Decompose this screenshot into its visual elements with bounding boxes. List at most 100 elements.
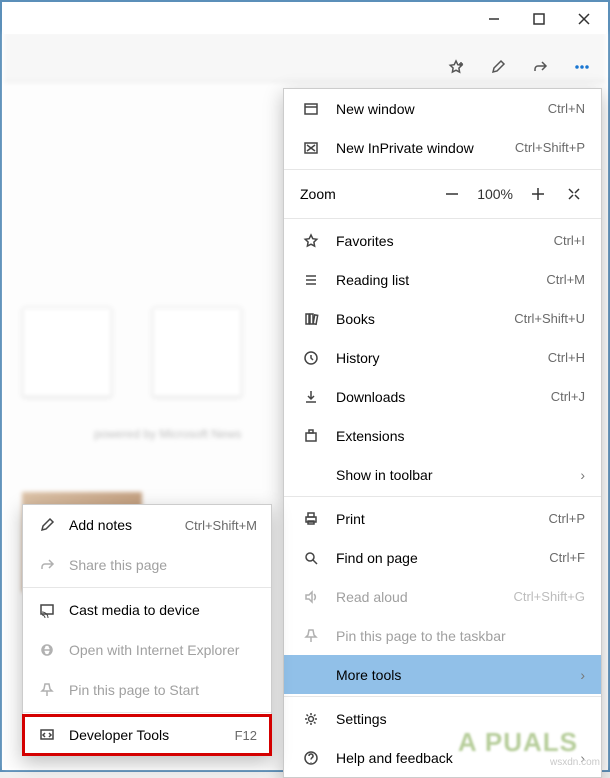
- pin-icon: [300, 628, 322, 644]
- minimize-icon: [486, 11, 502, 27]
- menu-label: Downloads: [336, 389, 551, 405]
- menu-label: More tools: [336, 667, 572, 683]
- menu-separator: [284, 696, 601, 697]
- browser-window: powered by Microsoft News N: [0, 0, 610, 772]
- menu-print[interactable]: Print Ctrl+P: [284, 499, 601, 538]
- read-aloud-icon: [300, 589, 322, 605]
- more-tools-submenu: Add notes Ctrl+Shift+M Share this page C…: [22, 504, 272, 756]
- find-icon: [300, 550, 322, 566]
- favorites-hub-button[interactable]: [436, 47, 476, 87]
- submenu-pin-start: Pin this page to Start: [23, 670, 271, 710]
- menu-new-window[interactable]: New window Ctrl+N: [284, 89, 601, 128]
- menu-find[interactable]: Find on page Ctrl+F: [284, 538, 601, 577]
- devtools-icon: [37, 727, 57, 743]
- zoom-in-button[interactable]: [527, 186, 549, 202]
- menu-separator: [284, 218, 601, 219]
- fullscreen-button[interactable]: [563, 186, 585, 202]
- menu-label: Developer Tools: [69, 727, 235, 743]
- history-icon: [300, 350, 322, 366]
- menu-shortcut: Ctrl+Shift+U: [514, 311, 585, 326]
- menu-label: Print: [336, 511, 549, 527]
- menu-label: Pin this page to the taskbar: [336, 628, 585, 644]
- print-icon: [300, 511, 322, 527]
- maximize-icon: [531, 11, 547, 27]
- menu-shortcut: Ctrl+Shift+P: [515, 140, 585, 155]
- menu-shortcut: Ctrl+I: [554, 233, 585, 248]
- menu-shortcut: Ctrl+J: [551, 389, 585, 404]
- submenu-open-ie: Open with Internet Explorer: [23, 630, 271, 670]
- menu-separator: [284, 169, 601, 170]
- submenu-share: Share this page: [23, 545, 271, 585]
- title-bar: [4, 4, 606, 34]
- close-icon: [576, 11, 592, 27]
- menu-extensions[interactable]: Extensions: [284, 416, 601, 455]
- notes-button[interactable]: [478, 47, 518, 87]
- download-icon: [300, 389, 322, 405]
- share-button[interactable]: [520, 47, 560, 87]
- window-icon: [300, 101, 322, 117]
- submenu-add-notes[interactable]: Add notes Ctrl+Shift+M: [23, 505, 271, 545]
- watermark: A PUALS: [458, 727, 578, 758]
- menu-label: Cast media to device: [69, 602, 257, 618]
- star-icon: [300, 233, 322, 249]
- more-button[interactable]: [562, 47, 602, 87]
- minimize-button[interactable]: [471, 4, 516, 34]
- menu-shortcut: Ctrl+F: [549, 550, 585, 565]
- submenu-cast[interactable]: Cast media to device: [23, 590, 271, 630]
- close-button[interactable]: [561, 4, 606, 34]
- menu-label: Read aloud: [336, 589, 513, 605]
- menu-zoom: Zoom 100%: [284, 172, 601, 216]
- fullscreen-icon: [566, 186, 582, 202]
- watermark-source: wsxdn.com: [550, 757, 600, 768]
- menu-reading-list[interactable]: Reading list Ctrl+M: [284, 260, 601, 299]
- extensions-icon: [300, 428, 322, 444]
- inprivate-icon: [300, 140, 322, 156]
- minus-icon: [444, 186, 460, 202]
- gear-icon: [300, 711, 322, 727]
- menu-show-toolbar[interactable]: Show in toolbar ›: [284, 455, 601, 494]
- menu-new-inprivate[interactable]: New InPrivate window Ctrl+Shift+P: [284, 128, 601, 167]
- submenu-developer-tools[interactable]: Developer Tools F12: [23, 715, 271, 755]
- menu-shortcut: Ctrl+Shift+M: [185, 518, 257, 533]
- menu-shortcut: Ctrl+Shift+G: [513, 589, 585, 604]
- menu-separator: [23, 587, 271, 588]
- menu-history[interactable]: History Ctrl+H: [284, 338, 601, 377]
- zoom-value: 100%: [477, 186, 513, 202]
- menu-downloads[interactable]: Downloads Ctrl+J: [284, 377, 601, 416]
- menu-pin-taskbar: Pin this page to the taskbar: [284, 616, 601, 655]
- help-icon: [300, 750, 322, 766]
- menu-label: Open with Internet Explorer: [69, 642, 257, 658]
- menu-shortcut: Ctrl+P: [549, 511, 585, 526]
- zoom-out-button[interactable]: [441, 186, 463, 202]
- chevron-right-icon: ›: [580, 667, 585, 683]
- star-plus-icon: [448, 59, 464, 75]
- menu-label: Find on page: [336, 550, 549, 566]
- menu-more-tools[interactable]: More tools ›: [284, 655, 601, 694]
- pen-icon: [490, 59, 506, 75]
- menu-label: History: [336, 350, 548, 366]
- pen-icon: [37, 517, 57, 533]
- cast-icon: [37, 602, 57, 618]
- menu-shortcut: Ctrl+N: [548, 101, 585, 116]
- toolbar-actions: [436, 47, 602, 87]
- menu-separator: [284, 496, 601, 497]
- menu-label: Reading list: [336, 272, 546, 288]
- maximize-button[interactable]: [516, 4, 561, 34]
- menu-label: Settings: [336, 711, 585, 727]
- plus-icon: [530, 186, 546, 202]
- menu-label: New InPrivate window: [336, 140, 515, 156]
- ie-icon: [37, 642, 57, 658]
- menu-shortcut: Ctrl+H: [548, 350, 585, 365]
- menu-read-aloud: Read aloud Ctrl+Shift+G: [284, 577, 601, 616]
- reading-list-icon: [300, 272, 322, 288]
- menu-label: Books: [336, 311, 514, 327]
- menu-label: Favorites: [336, 233, 554, 249]
- menu-separator: [23, 712, 271, 713]
- chevron-right-icon: ›: [580, 467, 585, 483]
- menu-favorites[interactable]: Favorites Ctrl+I: [284, 221, 601, 260]
- menu-books[interactable]: Books Ctrl+Shift+U: [284, 299, 601, 338]
- share-icon: [37, 557, 57, 573]
- menu-label: New window: [336, 101, 548, 117]
- settings-menu: New window Ctrl+N New InPrivate window C…: [283, 88, 602, 778]
- menu-label: Share this page: [69, 557, 257, 573]
